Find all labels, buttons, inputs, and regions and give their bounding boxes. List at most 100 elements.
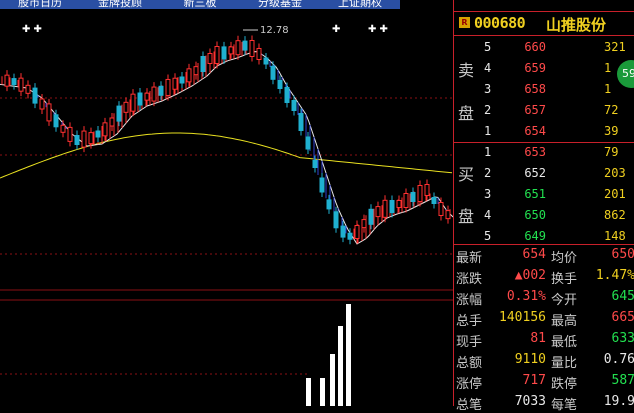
candle-body: [81, 130, 87, 148]
candle-body: [403, 193, 409, 208]
sell-book: 卖 盘 5 660 321 4 659 1 3 658 1 2 657 72 1…: [454, 35, 634, 142]
candle-body: [375, 206, 381, 218]
volume-bar: [330, 354, 335, 406]
candle-body: [291, 100, 297, 111]
buy-row[interactable]: 3 651 201: [454, 184, 634, 204]
candle-body: [333, 211, 339, 229]
quote-label: 现手: [456, 335, 483, 350]
candle-body: [214, 46, 220, 64]
buy-level: 1: [484, 145, 492, 159]
candle-body: [424, 184, 430, 196]
quote-row: 涨跌 ▲002 换手 1.47%: [454, 266, 634, 287]
candle-body: [340, 225, 346, 238]
quote-value: 633: [611, 331, 634, 346]
buy-book: 买 盘 1 653 79 2 652 203 3 651 201 4 650 8…: [454, 143, 634, 244]
candle-body: [242, 40, 248, 51]
buy-row[interactable]: 2 652 203: [454, 163, 634, 183]
sell-level: 2: [484, 103, 492, 117]
sell-price: 654: [524, 124, 546, 138]
buy-price: 650: [524, 208, 546, 222]
tab-graded-fund[interactable]: 分级基金: [240, 0, 320, 9]
candle-body: [207, 53, 213, 64]
buy-level: 2: [484, 166, 492, 180]
buy-row[interactable]: 5 649 148: [454, 226, 634, 246]
quote-label: 均价: [551, 251, 578, 266]
quote-label: 总额: [456, 356, 483, 371]
candle-body: [445, 210, 451, 220]
candle-body: [172, 77, 178, 90]
buy-price: 651: [524, 187, 546, 201]
quote-label: 换手: [551, 272, 578, 287]
candle-body: [39, 98, 45, 110]
candle-body: [438, 202, 444, 216]
quote-panel: R 000680 山推股份 卖 盘 5 660 321 4 659 1 3 65…: [453, 0, 634, 413]
candle-body: [354, 225, 360, 239]
candle-body: [277, 80, 283, 89]
quote-label: 最新: [456, 251, 483, 266]
sell-row[interactable]: 2 657 72: [454, 100, 634, 120]
tab-gold-advisor[interactable]: 金牌投顾: [80, 0, 160, 9]
sell-price: 657: [524, 103, 546, 117]
candle-body: [67, 126, 73, 142]
quote-value: 587: [611, 373, 634, 388]
candle-body: [130, 93, 136, 112]
sell-price: 659: [524, 61, 546, 75]
candle-body: [249, 40, 255, 57]
buy-price: 653: [524, 145, 546, 159]
top-tab-bar: 股市日历 金牌投顾 新三板 分级基金 上证期权: [0, 0, 400, 10]
candle-body: [158, 85, 164, 96]
tab-sse-options[interactable]: 上证期权: [320, 0, 400, 9]
buy-row[interactable]: 4 650 862: [454, 205, 634, 225]
buy-price: 652: [524, 166, 546, 180]
candle-body: [319, 177, 325, 193]
candle-body: [116, 105, 122, 122]
quote-row: 现手 81 最低 633: [454, 329, 634, 350]
quote-value: 717: [522, 373, 546, 388]
tab-stock-calendar[interactable]: 股市日历: [0, 0, 80, 9]
sell-row[interactable]: 1 654 39: [454, 121, 634, 141]
candle-body: [88, 132, 94, 145]
quote-value: 0.76: [603, 352, 634, 367]
quote-value: 654: [522, 247, 546, 262]
event-marker: ✚ ✚: [368, 24, 388, 35]
buy-level: 3: [484, 187, 492, 201]
quote-value: 9110: [514, 352, 546, 367]
quote-value: 140156: [499, 310, 546, 325]
quote-value: 0.31%: [506, 289, 546, 304]
sell-price: 658: [524, 82, 546, 96]
candle-body: [179, 76, 185, 84]
sell-row[interactable]: 3 658 1: [454, 79, 634, 99]
sell-row[interactable]: 4 659 1: [454, 58, 634, 78]
candle-body: [46, 103, 52, 122]
candle-body: [382, 199, 388, 218]
quote-value: 1.47%: [595, 268, 634, 283]
candlestick-chart[interactable]: 12.78 ✚ ✚ ✚ ✚ ✚: [0, 0, 453, 406]
buy-price: 649: [524, 229, 546, 243]
candle-body: [32, 87, 38, 104]
sell-row[interactable]: 5 660 321: [454, 37, 634, 57]
candle-body: [221, 46, 227, 60]
volume-bar: [320, 378, 325, 406]
candle-body: [228, 46, 234, 55]
candle-body: [144, 92, 150, 101]
candle-body: [326, 199, 332, 210]
volume-bar: [306, 378, 311, 406]
sell-level: 4: [484, 61, 492, 75]
quote-label: 量比: [551, 356, 578, 371]
buy-row[interactable]: 1 653 79: [454, 142, 634, 162]
quote-label: 涨跌: [456, 272, 483, 287]
r-badge-icon: R: [459, 17, 470, 28]
candle-body: [186, 68, 192, 83]
candle-body: [270, 65, 276, 80]
candle-body: [256, 48, 262, 60]
quote-label: 最高: [551, 314, 578, 329]
buy-volume: 148: [604, 229, 626, 243]
high-marker-label: 12.78: [260, 25, 289, 36]
buy-volume: 201: [604, 187, 626, 201]
candle-body: [396, 200, 402, 208]
tab-new-third-board[interactable]: 新三板: [160, 0, 240, 9]
sell-level: 5: [484, 40, 492, 54]
volume-bar: [346, 304, 351, 406]
candle-body: [95, 130, 101, 138]
candle-body: [361, 219, 367, 229]
